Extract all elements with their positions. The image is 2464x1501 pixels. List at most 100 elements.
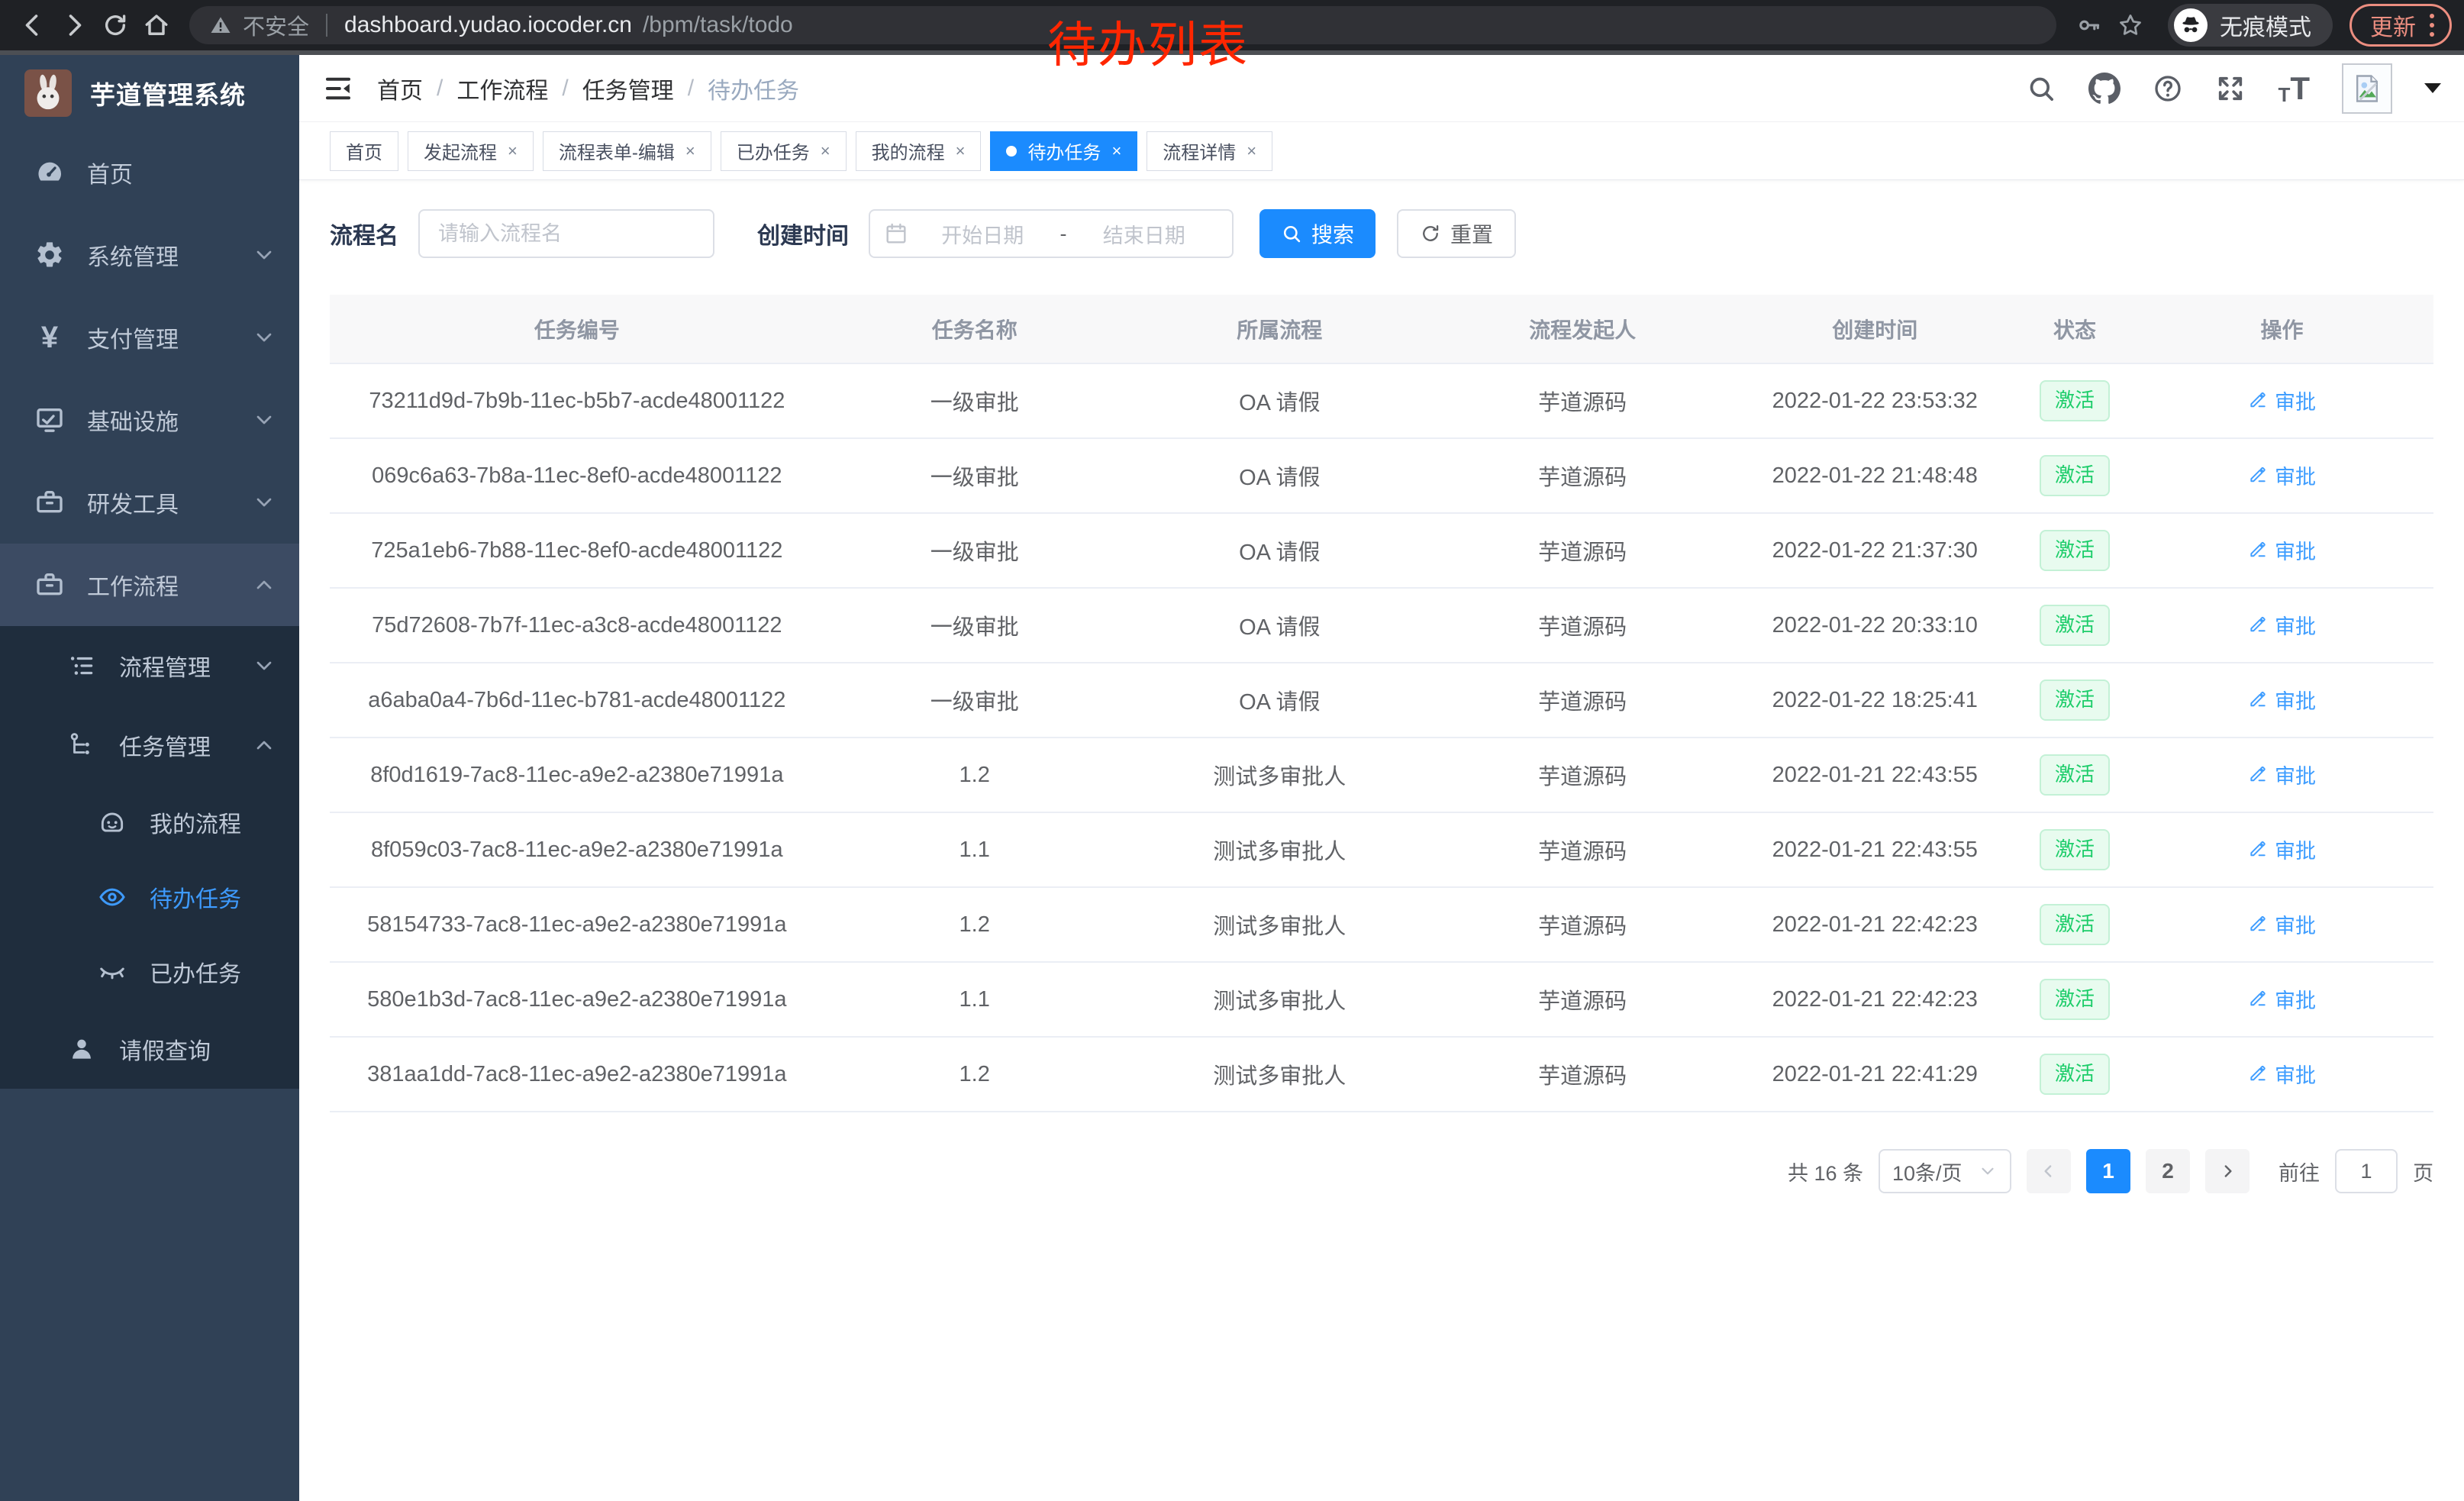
face-icon <box>95 808 130 837</box>
incognito-icon <box>2174 8 2208 42</box>
status-badge: 激活 <box>2040 754 2110 795</box>
breadcrumb-item[interactable]: 工作流程 <box>456 72 548 105</box>
end-date-placeholder[interactable]: 结束日期 <box>1070 219 1219 249</box>
approve-link[interactable]: 审批 <box>2248 610 2316 640</box>
sidebar-menu: 首页 系统管理 ¥ 支付管理 基础设施 研发工具 <box>0 131 299 1089</box>
start-date-placeholder[interactable]: 开始日期 <box>908 219 1057 249</box>
tab-form-edit[interactable]: 流程表单-编辑 × <box>543 131 711 171</box>
approve-link[interactable]: 审批 <box>2248 460 2316 490</box>
sidebar-item-label: 首页 <box>87 156 133 189</box>
tab-todo-tasks[interactable]: 待办任务 × <box>990 131 1137 171</box>
next-page-button[interactable] <box>2205 1149 2250 1193</box>
close-icon[interactable]: × <box>685 143 695 160</box>
bookmark-star-icon[interactable] <box>2110 5 2151 46</box>
search-icon[interactable] <box>2026 73 2056 104</box>
tab-process-detail[interactable]: 流程详情 × <box>1147 131 1272 171</box>
url-path: /bpm/task/todo <box>643 12 793 38</box>
page-1-button[interactable]: 1 <box>2086 1149 2130 1193</box>
prev-page-button[interactable] <box>2027 1149 2071 1193</box>
reset-button[interactable]: 重置 <box>1397 209 1516 258</box>
tab-start-process[interactable]: 发起流程 × <box>408 131 534 171</box>
close-icon[interactable]: × <box>821 143 830 160</box>
tab-my-process[interactable]: 我的流程 × <box>856 131 982 171</box>
breadcrumb-separator: / <box>688 76 694 102</box>
status-badge: 激活 <box>2040 1054 2110 1094</box>
task-name-cell: 1.1 <box>824 962 1125 1037</box>
reload-button[interactable] <box>95 5 136 46</box>
close-icon[interactable]: × <box>508 143 518 160</box>
tab-done-tasks[interactable]: 已办任务 × <box>721 131 847 171</box>
approve-link[interactable]: 审批 <box>2248 1059 2316 1089</box>
sidebar-item-leave-query[interactable]: 请假查询 <box>0 1009 299 1089</box>
tab-home[interactable]: 首页 <box>330 131 398 171</box>
task-name-cell: 一级审批 <box>824 513 1125 588</box>
sidebar-item-devtools[interactable]: 研发工具 <box>0 461 299 544</box>
yen-icon: ¥ <box>32 322 67 353</box>
url-bar[interactable]: 不安全 dashboard.yudao.iocoder.cn/bpm/task/… <box>189 6 2056 44</box>
created-cell: 2022-01-22 23:53:32 <box>1730 363 2019 438</box>
approve-link[interactable]: 审批 <box>2248 535 2316 565</box>
logo[interactable]: 芋道管理系统 <box>0 55 299 131</box>
table-row: a6aba0a4-7b6d-11ec-b781-acde48001122 一级审… <box>330 663 2433 738</box>
sidebar-item-infra[interactable]: 基础设施 <box>0 379 299 461</box>
workflow-submenu: 流程管理 任务管理 我的流程 待办任务 已办 <box>0 626 299 1089</box>
home-button[interactable] <box>136 5 177 46</box>
help-icon[interactable] <box>2153 73 2183 104</box>
sidebar-item-workflow[interactable]: 工作流程 <box>0 544 299 626</box>
process-name-input[interactable] <box>418 209 714 258</box>
page-content: 流程名 创建时间 开始日期 - 结束日期 搜索 重置 <box>299 180 2464 1501</box>
browser-menu-icon[interactable] <box>2430 14 2434 37</box>
reset-button-label: 重置 <box>1450 218 1493 249</box>
approve-link[interactable]: 审批 <box>2248 909 2316 939</box>
font-size-icon[interactable]: TT <box>2278 73 2310 105</box>
sidebar-item-process-mgmt[interactable]: 流程管理 <box>0 626 299 705</box>
close-icon[interactable]: × <box>1247 143 1256 160</box>
app-title: 芋道管理系统 <box>90 75 246 111</box>
breadcrumb-item[interactable]: 首页 <box>377 72 423 105</box>
approve-link[interactable]: 审批 <box>2248 760 2316 789</box>
status-badge: 激活 <box>2040 605 2110 645</box>
task-id-cell: a6aba0a4-7b6d-11ec-b781-acde48001122 <box>330 663 824 738</box>
sidebar-item-system[interactable]: 系统管理 <box>0 214 299 296</box>
github-icon[interactable] <box>2088 73 2121 105</box>
task-table: 任务编号 任务名称 所属流程 流程发起人 创建时间 状态 操作 73211d9d… <box>330 295 2433 1112</box>
collapse-sidebar-button[interactable] <box>322 73 354 105</box>
process-cell: 测试多审批人 <box>1125 887 1434 962</box>
status-badge: 激活 <box>2040 904 2110 944</box>
password-key-icon[interactable] <box>2069 5 2110 46</box>
chevron-up-icon <box>252 733 276 757</box>
table-row: 381aa1dd-7ac8-11ec-a9e2-a2380e71991a 1.2… <box>330 1037 2433 1112</box>
chevron-up-icon <box>252 573 276 597</box>
approve-link[interactable]: 审批 <box>2248 386 2316 415</box>
approve-link[interactable]: 审批 <box>2248 685 2316 715</box>
sidebar-item-my-process[interactable]: 我的流程 <box>0 785 299 860</box>
close-icon[interactable]: × <box>956 143 966 160</box>
sidebar-item-done-tasks[interactable]: 已办任务 <box>0 934 299 1009</box>
update-button[interactable]: 更新 <box>2350 4 2452 47</box>
sidebar-item-home[interactable]: 首页 <box>0 131 299 214</box>
starter-cell: 芋道源码 <box>1434 887 1731 962</box>
close-icon[interactable]: × <box>1111 143 1121 160</box>
sidebar-item-payment[interactable]: ¥ 支付管理 <box>0 296 299 379</box>
approve-link[interactable]: 审批 <box>2248 834 2316 864</box>
sidebar-item-todo-tasks[interactable]: 待办任务 <box>0 860 299 934</box>
tab-label: 已办任务 <box>737 137 810 164</box>
date-range-picker[interactable]: 开始日期 - 结束日期 <box>869 209 1234 258</box>
fullscreen-icon[interactable] <box>2215 73 2246 104</box>
goto-page-input[interactable] <box>2335 1149 2398 1193</box>
search-button[interactable]: 搜索 <box>1259 209 1376 258</box>
task-id-cell: 73211d9d-7b9b-11ec-b5b7-acde48001122 <box>330 363 824 438</box>
page-2-button[interactable]: 2 <box>2146 1149 2190 1193</box>
col-task-id: 任务编号 <box>330 295 824 363</box>
approve-link[interactable]: 审批 <box>2248 984 2316 1014</box>
sidebar-item-label: 待办任务 <box>150 880 241 914</box>
breadcrumb-item[interactable]: 任务管理 <box>582 72 674 105</box>
sidebar-item-task-mgmt[interactable]: 任务管理 <box>0 705 299 785</box>
gear-icon <box>32 240 67 270</box>
avatar-caret-icon[interactable] <box>2424 83 2441 93</box>
page-size-select[interactable]: 10条/页 <box>1879 1149 2011 1193</box>
process-cell: 测试多审批人 <box>1125 738 1434 812</box>
forward-button[interactable] <box>53 5 95 46</box>
back-button[interactable] <box>12 5 53 46</box>
avatar[interactable] <box>2342 63 2392 114</box>
